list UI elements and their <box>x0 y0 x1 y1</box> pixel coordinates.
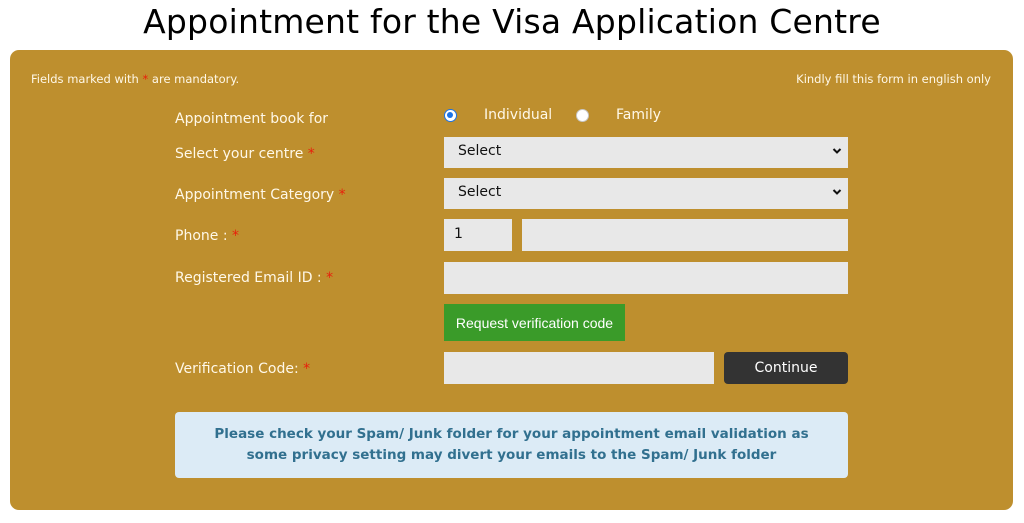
spam-info-line-1: Please check your Spam/ Junk folder for … <box>214 426 809 442</box>
spam-info-line-2: some privacy setting may divert your ema… <box>246 447 777 463</box>
phone-country-code-input[interactable]: 1 <box>444 219 512 251</box>
phone-country-code-value: 1 <box>454 226 463 242</box>
verification-label-text: Verification Code: <box>175 361 299 377</box>
centre-select[interactable]: Select <box>444 137 848 168</box>
email-label: Registered Email ID : * <box>175 270 333 286</box>
appointment-form-panel: Fields marked with * are mandatory. Kind… <box>10 50 1013 510</box>
mandatory-note: Fields marked with * are mandatory. <box>31 72 239 86</box>
radio-individual[interactable] <box>444 109 457 122</box>
email-input[interactable] <box>444 262 848 294</box>
request-verification-code-button[interactable]: Request verification code <box>444 304 625 341</box>
required-star: * <box>338 187 346 203</box>
verification-label: Verification Code: * <box>175 361 310 377</box>
chevron-down-icon <box>832 189 842 195</box>
mandatory-note-prefix: Fields marked with <box>31 72 143 86</box>
radio-family[interactable] <box>576 109 589 122</box>
radio-individual-label[interactable]: Individual <box>484 107 552 123</box>
chevron-down-icon <box>832 148 842 154</box>
centre-label: Select your centre * <box>175 146 315 162</box>
spam-info-alert: Please check your Spam/ Junk folder for … <box>175 412 848 478</box>
required-star: * <box>232 228 239 244</box>
phone-label-text: Phone : <box>175 228 228 244</box>
book-for-label: Appointment book for <box>175 111 329 127</box>
phone-label: Phone : * <box>175 228 239 244</box>
phone-number-input[interactable] <box>522 219 848 251</box>
required-star: * <box>303 361 311 377</box>
verification-code-input[interactable] <box>444 352 714 384</box>
radio-family-label[interactable]: Family <box>616 107 661 123</box>
email-label-text: Registered Email ID : <box>175 270 322 286</box>
english-only-note: Kindly fill this form in english only <box>796 72 991 86</box>
continue-button[interactable]: Continue <box>724 352 848 384</box>
category-label: Appointment Category * <box>175 187 346 203</box>
category-label-text: Appointment Category <box>175 187 335 203</box>
mandatory-note-suffix: are mandatory. <box>148 72 240 86</box>
page-title: Appointment for the Visa Application Cen… <box>143 2 881 41</box>
centre-select-value: Select <box>458 143 502 159</box>
required-star: * <box>307 146 315 162</box>
category-select[interactable]: Select <box>444 178 848 209</box>
category-select-value: Select <box>458 184 502 200</box>
centre-label-text: Select your centre <box>175 146 304 162</box>
required-star: * <box>326 270 334 286</box>
